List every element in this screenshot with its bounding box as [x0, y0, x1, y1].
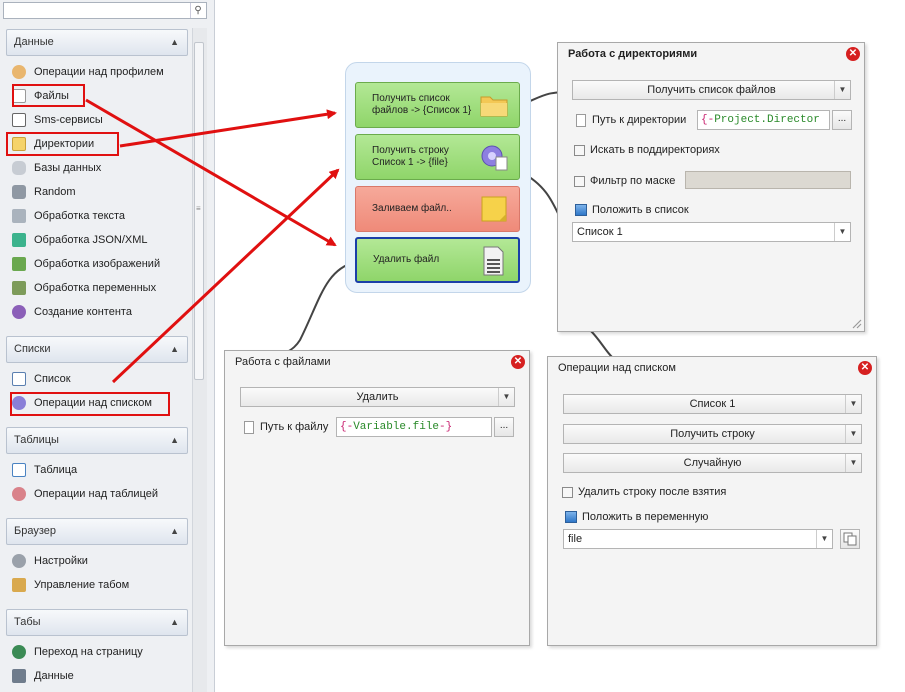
panel-title: Работа с файлами [235, 356, 331, 368]
action-dropdown[interactable]: Удалить ▼ [240, 387, 515, 407]
checkbox-icon[interactable] [574, 175, 585, 187]
browse-button[interactable]: ... [832, 110, 852, 130]
resize-grip-icon[interactable] [850, 317, 862, 329]
checkbox-icon[interactable] [574, 144, 585, 156]
flow-node-delete-file[interactable]: Удалить файл [355, 237, 520, 283]
action-dropdown[interactable]: Получить список файлов ▼ [572, 80, 851, 100]
path-input[interactable]: {-Variable.file-} [336, 417, 492, 437]
file-icon [244, 420, 254, 434]
close-icon[interactable]: ✕ [846, 47, 860, 61]
chevron-down-icon[interactable]: ▼ [845, 395, 861, 413]
variable-select[interactable]: file ▼ [563, 529, 833, 549]
delete-after-take-checkbox[interactable]: Удалить строку после взятия [562, 485, 726, 499]
copy-button[interactable] [840, 529, 860, 549]
folder-icon [480, 96, 508, 117]
list-dropdown[interactable]: Список 1 ▼ [563, 394, 862, 414]
panel-directories: Работа с директориями ✕ Получить список … [557, 42, 865, 332]
document-icon [483, 246, 504, 276]
path-label: Путь к файлу [244, 420, 328, 434]
close-icon[interactable]: ✕ [858, 361, 872, 375]
chevron-down-icon[interactable]: ▼ [834, 81, 850, 99]
flow-node-get-line[interactable]: Получить строку Список 1 -> {file} [355, 134, 520, 180]
subdirs-checkbox[interactable]: Искать в поддиректориях [574, 143, 720, 157]
flow-node-upload[interactable]: Заливаем файл.. [355, 186, 520, 232]
gear-icon [481, 145, 508, 171]
chevron-down-icon[interactable]: ▼ [498, 388, 514, 406]
put-in-variable-label: Положить в переменную [565, 510, 708, 524]
panel-title: Операции над списком [558, 362, 676, 374]
list-select[interactable]: Список 1 ▼ [572, 222, 851, 242]
path-input[interactable]: {-Project.Director [697, 110, 830, 130]
put-in-list-label: Положить в список [575, 203, 689, 217]
save-icon [565, 511, 577, 524]
chevron-down-icon[interactable]: ▼ [845, 425, 861, 443]
path-label: Путь к директории [576, 113, 686, 127]
panel-files: Работа с файлами ✕ Удалить ▼ Путь к файл… [224, 350, 530, 646]
chevron-down-icon[interactable]: ▼ [845, 454, 861, 472]
browse-button[interactable]: ... [494, 417, 514, 437]
copy-icon [843, 532, 857, 546]
note-icon [481, 196, 507, 222]
mode-dropdown[interactable]: Случайную ▼ [563, 453, 862, 473]
file-icon [576, 113, 586, 127]
checkbox-icon[interactable] [562, 486, 573, 498]
chevron-down-icon[interactable]: ▼ [834, 223, 850, 241]
panel-title: Работа с директориями [568, 48, 698, 60]
panel-list-ops: Операции над списком ✕ Список 1 ▼ Получи… [547, 356, 877, 646]
save-icon [575, 204, 587, 217]
chevron-down-icon[interactable]: ▼ [816, 530, 832, 548]
close-icon[interactable]: ✕ [511, 355, 525, 369]
mask-checkbox[interactable]: Фильтр по маске [574, 174, 675, 188]
mask-input [685, 171, 851, 189]
flow-node-get-files[interactable]: Получить список файлов -> {Список 1} [355, 82, 520, 128]
connector-line [589, 329, 613, 358]
action-dropdown[interactable]: Получить строку ▼ [563, 424, 862, 444]
